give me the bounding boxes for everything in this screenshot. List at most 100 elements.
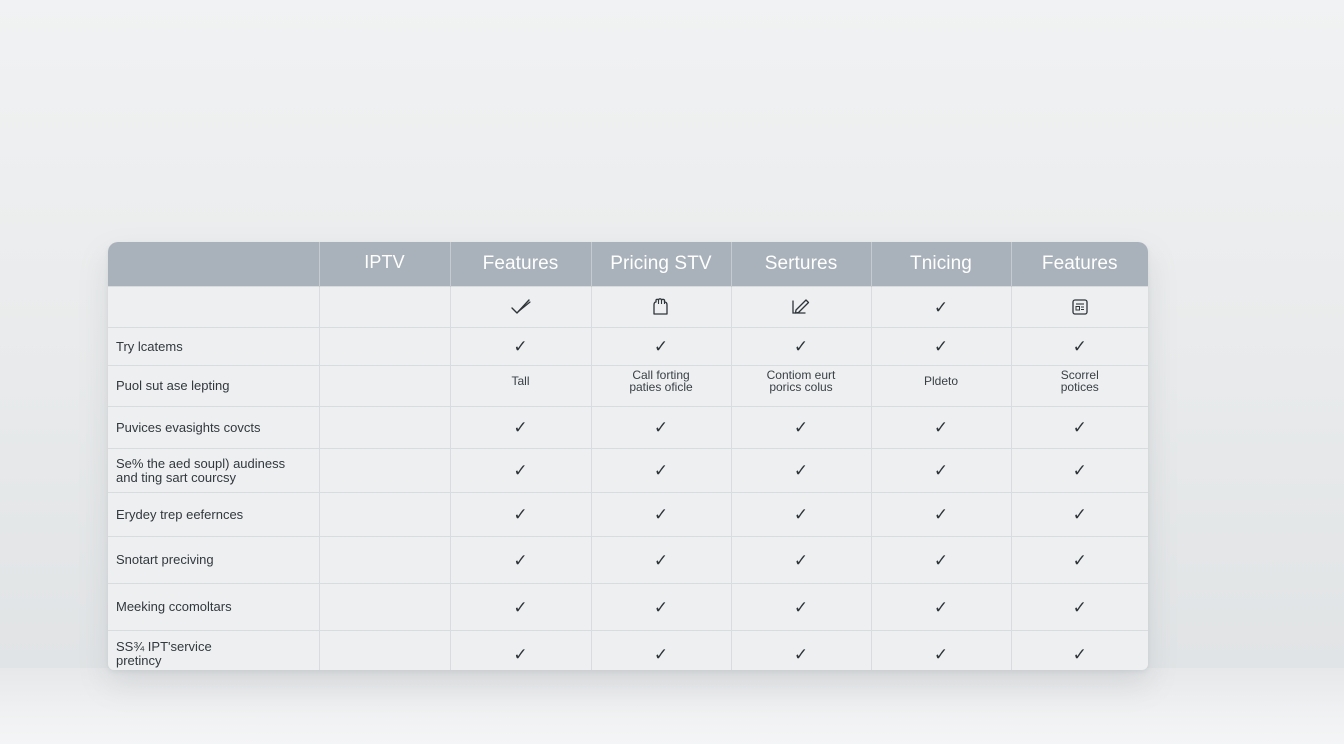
comparison-table-card: IPTV Features Pricing STV Sertures Tnici… bbox=[108, 242, 1148, 670]
table-cell: ✓ bbox=[449, 406, 591, 449]
header-cell-sertures: Sertures bbox=[730, 242, 871, 287]
row-label: Meeking ccomoltars bbox=[108, 583, 319, 631]
table-cell: ✓ bbox=[870, 492, 1011, 537]
table-cell: ✓ bbox=[1010, 583, 1148, 631]
table-cell: Scorrel potices bbox=[1010, 365, 1148, 407]
table-cell: ✓ bbox=[1010, 630, 1148, 670]
check-icon: ✓ bbox=[1072, 337, 1087, 356]
check-icon: ✓ bbox=[793, 337, 809, 356]
table-cell bbox=[108, 286, 319, 328]
row-label: Puol sut ase lepting bbox=[108, 365, 319, 407]
check-icon: ✓ bbox=[1072, 461, 1087, 480]
header-row: IPTV Features Pricing STV Sertures Tnici… bbox=[108, 242, 1148, 287]
check-icon: ✓ bbox=[1072, 550, 1087, 570]
table-row: Puol sut ase lepting Tall Call forting pati… bbox=[108, 365, 1148, 407]
cell-text: Call forting paties oficle bbox=[629, 368, 693, 394]
check-icon: ✓ bbox=[513, 418, 528, 437]
table-cell bbox=[318, 492, 450, 537]
comparison-table: IPTV Features Pricing STV Sertures Tnici… bbox=[108, 242, 1148, 670]
row-label: Se% the aed soupl) audiness and ting sart… bbox=[108, 448, 319, 493]
check-icon: ✓ bbox=[793, 597, 809, 617]
check-icon: ✓ bbox=[1072, 418, 1087, 437]
table-cell: ✓ bbox=[730, 630, 871, 670]
table-row: Puvices evasights covcts ✓ ✓ ✓ ✓ ✓ bbox=[108, 406, 1148, 449]
header-cell-features-2: Features bbox=[1010, 242, 1148, 287]
cell-text: Contiom eurt porics colus bbox=[766, 368, 836, 394]
check-scribble-icon bbox=[510, 299, 531, 314]
cell-text: Tall bbox=[511, 374, 530, 388]
check-icon: ✓ bbox=[793, 461, 809, 480]
hand-icon bbox=[653, 298, 668, 315]
table-cell: ✓ bbox=[590, 536, 731, 584]
check-icon: ✓ bbox=[653, 418, 669, 437]
check-icon: ✓ bbox=[513, 461, 528, 480]
row-label: Puvices evasights covcts bbox=[108, 406, 319, 449]
check-icon: ✓ bbox=[1072, 597, 1087, 617]
table-cell: ✓ bbox=[730, 492, 871, 537]
document-icon bbox=[1072, 299, 1088, 315]
check-icon: ✓ bbox=[513, 550, 528, 570]
check-icon: ✓ bbox=[1072, 644, 1087, 664]
row-label: SS¾ IPT'service pretincy bbox=[108, 630, 319, 670]
check-icon: ✓ bbox=[513, 644, 528, 664]
table-cell: Contiom eurt porics colus bbox=[730, 365, 871, 407]
table-cell: ✓ bbox=[449, 583, 591, 631]
check-icon: ✓ bbox=[933, 644, 949, 664]
table-cell: ✓ bbox=[870, 448, 1011, 493]
table-cell: ✓ bbox=[870, 327, 1011, 366]
table-cell: ✓ bbox=[1010, 536, 1148, 584]
row-label: Snotart preciving bbox=[108, 536, 319, 584]
table-cell: ✓ bbox=[730, 327, 871, 366]
table-cell: ✓ bbox=[449, 492, 591, 537]
header-cell-pricing-stv: Pricing STV bbox=[590, 242, 731, 287]
table-cell bbox=[318, 365, 450, 407]
check-icon: ✓ bbox=[933, 418, 949, 437]
floor-reflection bbox=[0, 668, 1344, 744]
header-cell-iptv: IPTV bbox=[318, 242, 450, 287]
check-icon: ✓ bbox=[653, 597, 669, 617]
table-cell: ✓ bbox=[590, 406, 731, 449]
table-cell bbox=[1010, 286, 1148, 328]
check-icon: ✓ bbox=[793, 505, 809, 524]
check-icon: ✓ bbox=[933, 337, 949, 356]
table-cell: ✓ bbox=[730, 406, 871, 449]
table-cell bbox=[318, 286, 450, 328]
table-cell: ✓ bbox=[870, 536, 1011, 584]
icon-row: ✓ bbox=[108, 286, 1148, 328]
table-row: Meeking ccomoltars ✓ ✓ ✓ ✓ ✓ bbox=[108, 583, 1148, 631]
table-cell: ✓ bbox=[730, 536, 871, 584]
table-cell: ✓ bbox=[1010, 406, 1148, 449]
cell-text: Scorrel potices bbox=[1060, 368, 1099, 394]
table-cell bbox=[318, 630, 450, 670]
header-cell-empty bbox=[108, 242, 319, 287]
table-row: Erydey trep eefernces ✓ ✓ ✓ ✓ ✓ bbox=[108, 492, 1148, 537]
cell-text: Pldeto bbox=[923, 374, 959, 388]
header-cell-tnicing: Tnicing bbox=[870, 242, 1011, 287]
table-row: Snotart preciving ✓ ✓ ✓ ✓ ✓ bbox=[108, 536, 1148, 584]
table-cell bbox=[318, 448, 450, 493]
check-icon: ✓ bbox=[513, 505, 528, 524]
table-cell: ✓ bbox=[1010, 327, 1148, 366]
check-icon: ✓ bbox=[933, 461, 949, 480]
table-cell: ✓ bbox=[730, 448, 871, 493]
table-cell bbox=[730, 286, 871, 328]
table-cell: ✓ bbox=[590, 583, 731, 631]
table-cell: ✓ bbox=[870, 406, 1011, 449]
table-cell: ✓ bbox=[449, 536, 591, 584]
table-cell: ✓ bbox=[1010, 492, 1148, 537]
check-icon: ✓ bbox=[933, 297, 949, 317]
table-cell: ✓ bbox=[870, 286, 1011, 328]
table-cell: Call forting paties oficle bbox=[590, 365, 731, 407]
edit-pencil-icon bbox=[792, 299, 810, 314]
table-cell bbox=[318, 536, 450, 584]
check-icon: ✓ bbox=[653, 337, 669, 356]
table-cell: ✓ bbox=[1010, 448, 1148, 493]
table-cell: ✓ bbox=[449, 448, 591, 493]
table-cell: Pldeto bbox=[870, 365, 1011, 407]
table-cell: ✓ bbox=[449, 327, 591, 366]
check-icon: ✓ bbox=[933, 597, 949, 617]
table-cell bbox=[590, 286, 731, 328]
check-icon: ✓ bbox=[513, 337, 528, 356]
table-cell: ✓ bbox=[870, 630, 1011, 670]
check-icon: ✓ bbox=[653, 505, 669, 524]
